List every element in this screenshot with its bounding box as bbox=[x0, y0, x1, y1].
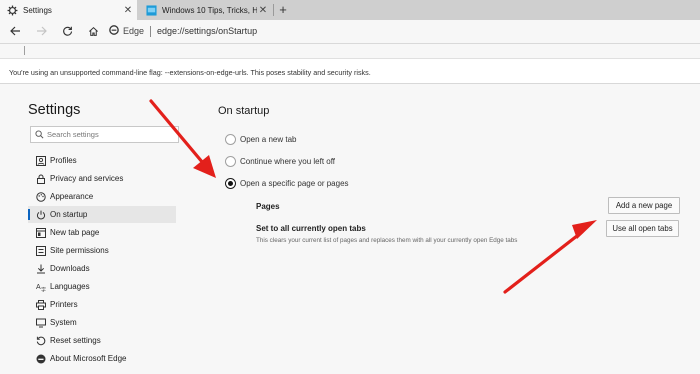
back-button[interactable] bbox=[5, 21, 25, 41]
use-all-open-tabs-button[interactable]: Use all open tabs bbox=[606, 220, 679, 237]
home-icon bbox=[88, 26, 98, 36]
site-permissions-icon bbox=[34, 245, 48, 257]
sidebar-item-downloads[interactable]: Downloads bbox=[28, 260, 176, 277]
sidebar-item-label: On startup bbox=[50, 210, 88, 219]
radio-button[interactable] bbox=[225, 156, 236, 167]
sidebar-item-label: Profiles bbox=[50, 156, 77, 165]
refresh-button[interactable] bbox=[57, 21, 77, 41]
sidebar-item-printers[interactable]: Printers bbox=[28, 296, 176, 313]
sidebar-item-privacy[interactable]: Privacy and services bbox=[28, 170, 176, 187]
on-startup-panel: On startup Open a new tab Continue where… bbox=[200, 84, 700, 374]
address-toolbar: Edge edge://settings/onStartup bbox=[0, 20, 700, 42]
tab-strip: Settings ✕ Windows 10 Tips, Tricks, Help… bbox=[0, 0, 700, 20]
radio-label: Continue where you left off bbox=[240, 157, 336, 166]
sidebar-item-label: Languages bbox=[50, 282, 90, 291]
close-tab-icon[interactable]: ✕ bbox=[122, 5, 134, 16]
sidebar-item-appearance[interactable]: Appearance bbox=[28, 188, 176, 205]
sidebar-item-label: Appearance bbox=[50, 192, 94, 201]
sidebar-item-on-startup[interactable]: On startup bbox=[28, 206, 176, 223]
radio-open-new-tab[interactable]: Open a new tab bbox=[225, 134, 296, 145]
radio-button[interactable] bbox=[225, 134, 236, 145]
sidebar-item-languages[interactable]: A字 Languages bbox=[28, 278, 176, 295]
tab-separator bbox=[273, 4, 274, 16]
home-button[interactable] bbox=[83, 21, 103, 41]
tab-label: Settings bbox=[23, 5, 52, 15]
svg-text:字: 字 bbox=[41, 286, 46, 292]
printer-icon bbox=[34, 299, 48, 311]
sidebar-item-label: Privacy and services bbox=[50, 174, 124, 183]
tab-settings[interactable]: Settings ✕ bbox=[0, 0, 137, 20]
search-icon bbox=[31, 130, 47, 139]
sidebar-item-label: System bbox=[50, 318, 77, 327]
search-input[interactable]: Search settings bbox=[30, 126, 179, 143]
system-icon bbox=[34, 317, 48, 329]
settings-page: Settings Search settings Profiles Privac… bbox=[0, 84, 700, 374]
pages-heading: Pages bbox=[256, 202, 280, 211]
sidebar-item-about[interactable]: About Microsoft Edge bbox=[28, 350, 176, 367]
appearance-icon bbox=[34, 191, 48, 203]
address-bar[interactable]: Edge edge://settings/onStartup bbox=[109, 25, 257, 37]
sidebar-item-new-tab-page[interactable]: New tab page bbox=[28, 224, 176, 241]
reset-icon bbox=[34, 335, 48, 347]
toolbar-divider bbox=[0, 43, 700, 44]
address-separator bbox=[150, 25, 152, 37]
edge-logo-icon bbox=[34, 353, 48, 365]
language-icon: A字 bbox=[34, 281, 48, 293]
power-icon bbox=[34, 209, 48, 221]
sidebar-item-label: About Microsoft Edge bbox=[50, 354, 127, 363]
close-tab-icon[interactable]: ✕ bbox=[257, 5, 269, 16]
sidebar-item-system[interactable]: System bbox=[28, 314, 176, 331]
tab-windows-tips[interactable]: Windows 10 Tips, Tricks, Help, S ✕ bbox=[139, 0, 272, 20]
url-text[interactable]: edge://settings/onStartup bbox=[157, 26, 257, 36]
radio-open-specific-pages[interactable]: Open a specific page or pages bbox=[225, 178, 349, 189]
new-tab-button[interactable]: + bbox=[276, 0, 290, 20]
forward-arrow-icon bbox=[36, 26, 47, 36]
tab-label: Windows 10 Tips, Tricks, Help, S bbox=[162, 5, 257, 15]
sidebar-item-label: Printers bbox=[50, 300, 78, 309]
back-arrow-icon bbox=[9, 26, 20, 36]
sidebar-item-label: Site permissions bbox=[50, 246, 109, 255]
warning-infobar: You're using an unsupported command-line… bbox=[0, 58, 700, 84]
sidebar-item-label: New tab page bbox=[50, 228, 100, 237]
sidebar-title: Settings bbox=[28, 102, 81, 118]
add-new-page-button[interactable]: Add a new page bbox=[608, 197, 680, 214]
profile-icon bbox=[34, 155, 48, 167]
site-favicon-icon bbox=[145, 4, 157, 16]
set-open-tabs-description: This clears your current list of pages a… bbox=[256, 237, 518, 244]
sidebar-item-label: Reset settings bbox=[50, 336, 101, 345]
lock-icon bbox=[34, 173, 48, 185]
page-title: On startup bbox=[218, 105, 270, 117]
refresh-icon bbox=[62, 26, 72, 36]
edge-logo-icon bbox=[109, 25, 119, 37]
search-placeholder: Search settings bbox=[47, 130, 99, 139]
radio-button-selected[interactable] bbox=[225, 178, 236, 189]
settings-sidebar: Settings Search settings Profiles Privac… bbox=[0, 84, 200, 374]
sidebar-item-label: Downloads bbox=[50, 264, 90, 273]
gear-icon bbox=[6, 4, 18, 16]
set-open-tabs-heading: Set to all currently open tabs bbox=[256, 224, 366, 233]
forward-button[interactable] bbox=[31, 21, 51, 41]
sidebar-item-site-permissions[interactable]: Site permissions bbox=[28, 242, 176, 259]
radio-label: Open a specific page or pages bbox=[240, 179, 349, 188]
radio-label: Open a new tab bbox=[240, 135, 297, 144]
download-icon bbox=[34, 263, 48, 275]
warning-text: You're using an unsupported command-line… bbox=[9, 68, 371, 77]
radio-continue-where-left-off[interactable]: Continue where you left off bbox=[225, 156, 335, 167]
sidebar-item-profiles[interactable]: Profiles bbox=[28, 152, 176, 169]
new-tab-icon bbox=[34, 227, 48, 239]
sidebar-item-reset[interactable]: Reset settings bbox=[28, 332, 176, 349]
site-identity-label: Edge bbox=[123, 26, 145, 36]
favorites-bar-marker bbox=[24, 46, 25, 55]
